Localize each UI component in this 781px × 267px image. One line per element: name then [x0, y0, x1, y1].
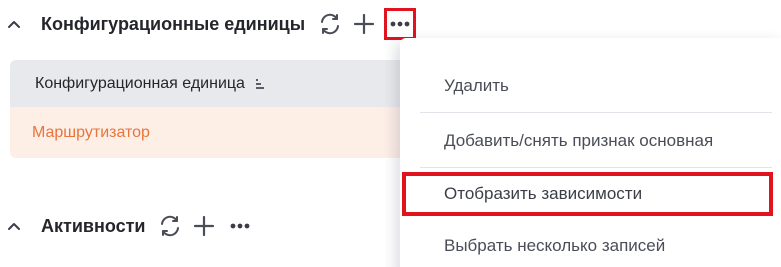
refresh-icon[interactable] — [317, 11, 343, 37]
menu-item-label: Удалить — [444, 76, 509, 95]
config-section-title: Конфигурационные единицы — [41, 13, 306, 34]
menu-item-label: Отобразить зависимости — [444, 184, 643, 203]
menu-item-delete[interactable]: Удалить — [400, 68, 781, 104]
context-menu: Удалить Добавить/снять признак основная … — [400, 38, 781, 267]
table-header[interactable]: Конфигурационная единица — [10, 60, 410, 107]
menu-item-label: Добавить/снять признак основная — [444, 131, 714, 150]
config-units-table: Конфигурационная единица Маршрутизатор — [10, 60, 410, 158]
activity-section-title: Активности — [41, 215, 146, 236]
plus-icon[interactable] — [191, 213, 217, 239]
table-row[interactable]: Маршрутизатор — [10, 107, 410, 158]
menu-item-select-multiple[interactable]: Выбрать несколько записей — [400, 228, 781, 264]
column-header-label: Конфигурационная единица — [35, 74, 245, 92]
chevron-up-icon[interactable] — [0, 10, 28, 38]
config-section-header: Конфигурационные единицы — [0, 8, 417, 40]
sort-icon[interactable] — [254, 78, 266, 90]
more-horizontal-icon[interactable] — [227, 213, 253, 239]
chevron-up-icon[interactable] — [0, 212, 28, 240]
row-cell: Маршрутизатор — [32, 123, 150, 141]
menu-item-show-dependencies[interactable]: Отобразить зависимости — [402, 172, 773, 216]
menu-divider — [420, 112, 772, 113]
menu-divider — [420, 167, 772, 168]
menu-item-label: Выбрать несколько записей — [444, 236, 666, 255]
plus-icon[interactable] — [351, 11, 377, 37]
activity-section-header: Активности — [0, 210, 253, 242]
more-horizontal-icon[interactable] — [384, 8, 417, 40]
refresh-icon[interactable] — [157, 213, 183, 239]
menu-item-toggle-main[interactable]: Добавить/снять признак основная — [400, 123, 781, 159]
